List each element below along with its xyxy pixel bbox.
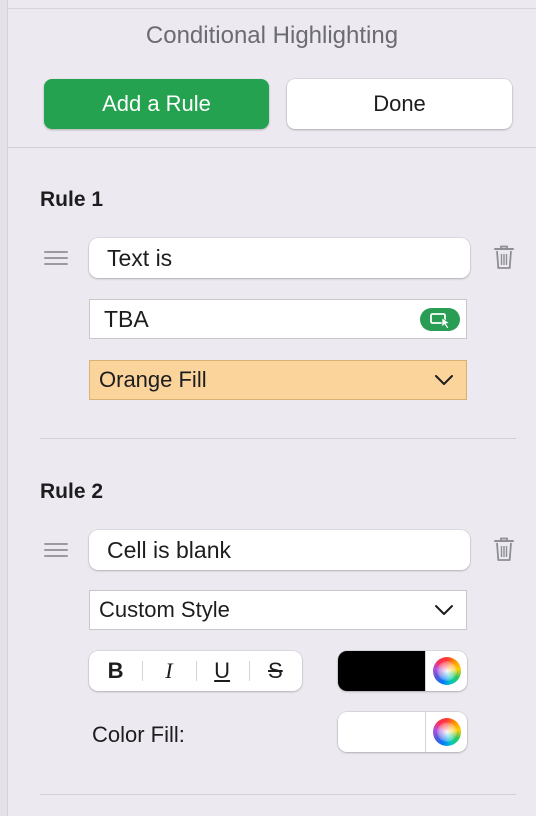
fill-color-picker-button[interactable]: [425, 712, 467, 752]
header-divider: [8, 147, 536, 148]
chevron-down-icon: [435, 375, 453, 385]
text-color-swatch: [338, 651, 425, 691]
rule-2-title: Rule 2: [40, 480, 104, 503]
rule-2-condition-label: Cell is blank: [107, 536, 231, 563]
rule-1-drag-handle-icon[interactable]: [44, 251, 68, 265]
rule-divider: [40, 438, 516, 439]
done-button[interactable]: Done: [287, 79, 512, 129]
color-fill-label: Color Fill:: [92, 722, 185, 747]
rule-2-condition-popup[interactable]: Cell is blank: [89, 530, 470, 570]
rule-1-delete-trash-icon[interactable]: [492, 243, 516, 271]
rule-1-value-field[interactable]: TBA: [89, 299, 467, 339]
text-color-well[interactable]: [338, 651, 467, 691]
rule-2-delete-trash-icon[interactable]: [492, 535, 516, 563]
top-divider: [8, 8, 536, 9]
strikethrough-button[interactable]: S: [248, 651, 302, 691]
text-color-picker-button[interactable]: [425, 651, 467, 691]
add-rule-button[interactable]: Add a Rule: [44, 79, 269, 129]
chevron-down-icon: [435, 605, 453, 615]
cell-reference-icon: [430, 313, 451, 329]
panel-title: Conditional Highlighting: [145, 22, 399, 49]
fill-color-swatch: [338, 712, 425, 752]
rule-2-style-select[interactable]: Custom Style: [89, 590, 467, 630]
text-format-segmented-control: B I U S: [89, 651, 302, 691]
cell-reference-button[interactable]: [420, 308, 460, 331]
rule-1-condition-label: Text is: [107, 244, 173, 271]
rule-1-title: Rule 1: [40, 188, 104, 211]
color-wheel-icon: [432, 657, 461, 685]
rule-2-style-label: Custom Style: [99, 597, 230, 622]
rule-1-style-label: Orange Fill: [99, 367, 207, 392]
color-wheel-icon: [432, 718, 461, 746]
rule-1-style-select[interactable]: Orange Fill: [89, 360, 467, 400]
fill-color-well[interactable]: [338, 712, 467, 752]
rule-1-condition-popup[interactable]: Text is: [89, 238, 470, 278]
rule-1-value-text: TBA: [104, 305, 149, 332]
italic-button[interactable]: I: [142, 651, 195, 691]
left-edge: [0, 0, 8, 816]
rule-divider: [40, 794, 516, 795]
underline-button[interactable]: U: [195, 651, 249, 691]
bold-button[interactable]: B: [89, 651, 142, 691]
rule-2-drag-handle-icon[interactable]: [44, 543, 68, 557]
